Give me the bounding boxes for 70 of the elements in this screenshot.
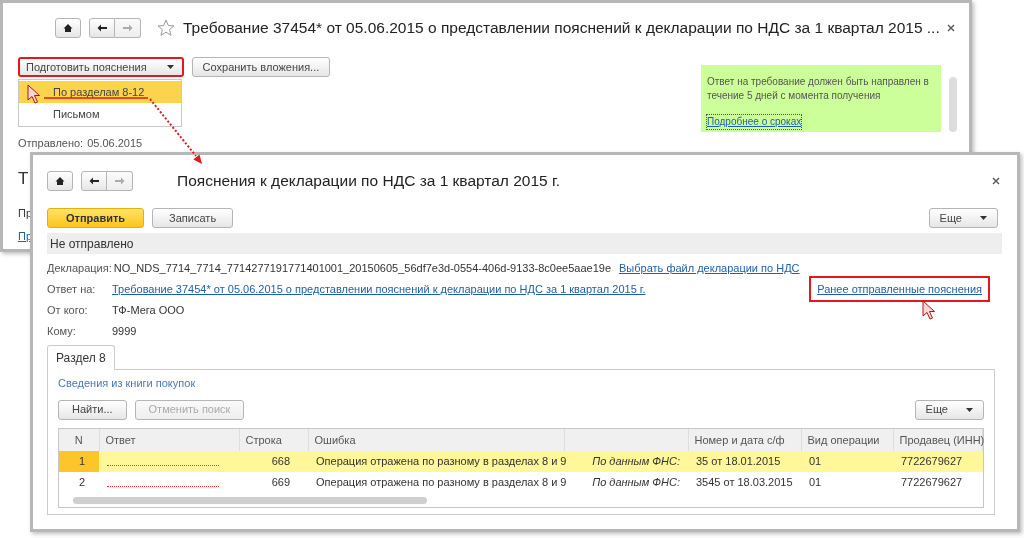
close-icon <box>947 24 955 33</box>
menu-item[interactable]: Письмом <box>19 103 181 126</box>
field-value: ТФ-Мега ООО <box>112 302 185 318</box>
left-arrow-icon <box>97 23 107 32</box>
table-cell: 668 <box>239 450 308 472</box>
field-label: Ответ на: <box>47 281 97 297</box>
home-button[interactable] <box>55 17 81 38</box>
left-arrow-icon <box>89 176 99 185</box>
menu-item[interactable]: По разделам 8-12 <box>19 81 181 104</box>
table-cell: Операция отражена по разному в разделах 8 и 9 <box>308 471 564 493</box>
sent-date: 05.06.2015 <box>87 136 143 152</box>
column-header[interactable]: Ответ <box>99 428 239 451</box>
details-link[interactable]: Подробнее о сроках <box>707 115 802 130</box>
select-file-link[interactable]: Выбрать файл декларации по НДС <box>619 259 800 276</box>
save-button[interactable]: Записать <box>152 208 234 229</box>
home-button[interactable] <box>47 170 73 191</box>
heading-text: Т <box>18 167 29 190</box>
more-button[interactable]: Еще <box>928 208 998 229</box>
home-icon <box>55 175 65 186</box>
dropdown-button[interactable]: Подготовить пояснения <box>18 57 184 78</box>
section-title: Сведения из книги покупок <box>58 376 197 392</box>
field-value: 9999 <box>112 323 137 339</box>
caret-icon <box>966 407 973 412</box>
column-header[interactable]: N <box>59 428 99 451</box>
column-header[interactable]: Вид операции <box>801 428 893 451</box>
field-value: NO_NDS_7714_7714_7714277191771401001_20150605_56df7e3d-0554-406d-9133-8c0ee5aae19e <box>113 260 612 276</box>
field-label: От кого: <box>47 302 89 318</box>
notice-text: Ответ на требование должен быть направлен в течение 5 дней с момента получения <box>707 75 930 104</box>
sent-label: Отправлено: <box>18 136 84 152</box>
back-button[interactable] <box>89 17 115 38</box>
caret-icon <box>166 65 174 70</box>
table-cell: 01 <box>801 450 893 472</box>
table-cell: 35 от 18.01.2015 <box>688 450 801 472</box>
right-arrow-icon <box>114 176 125 185</box>
table-row[interactable]: 2 669 Операция отражена по разному в разделах 8 и 9 По данным ФНС: 3545 от 18.03.2015 01 7722679627 <box>59 471 983 493</box>
table-cell: 3545 от 18.03.2015 <box>688 471 801 493</box>
column-header[interactable]: Строка <box>239 428 308 451</box>
find-button[interactable]: Найти... <box>58 399 127 420</box>
window-title: Требование 37454* от 05.06.2015 о представлении пояснений к декларации по НДС за 1 квартал 2015 ... <box>183 18 940 38</box>
table-cell: 7722679627 <box>893 450 983 472</box>
tab[interactable]: Раздел 8 <box>47 345 115 371</box>
star-icon[interactable] <box>157 18 175 37</box>
scrollbar[interactable] <box>73 496 427 504</box>
table-cell: 1 <box>59 450 99 472</box>
reply-link[interactable]: Требование 37454* от 05.06.2015 о представлении пояснений к декларации по НДС за 1 квартал 2015 г. <box>112 280 646 297</box>
back-button[interactable] <box>81 170 107 191</box>
home-icon <box>63 22 73 33</box>
table-cell: 2 <box>59 471 99 493</box>
right-arrow-icon <box>122 23 133 32</box>
field-label: Кому: <box>47 323 77 339</box>
table-row[interactable]: 1 668 Операция отражена по разному в разделах 8 и 9 По данным ФНС: 35 от 18.01.2015 01 7722679627 <box>59 450 983 472</box>
send-button[interactable]: Отправить <box>47 208 145 229</box>
command-button[interactable]: Сохранить вложения... <box>191 57 331 78</box>
column-header[interactable]: Ошибка <box>308 428 564 451</box>
more-button[interactable]: Еще <box>914 399 984 420</box>
field-label: Декларация: <box>47 260 112 276</box>
window-title: Пояснения к декларации по НДС за 1 квартал 2015 г. <box>177 171 561 191</box>
column-header[interactable]: Номер и дата с/ф <box>688 428 801 451</box>
table-cell: 669 <box>239 471 308 493</box>
status-text: Не отправлено <box>50 235 134 253</box>
table-cell: 7722679627 <box>893 471 983 493</box>
scrollbar[interactable] <box>949 77 957 133</box>
table-cell: 01 <box>801 471 893 493</box>
column-header[interactable]: Продавец (ИНН) <box>893 428 983 451</box>
previous-explanations-link[interactable]: Ранее отправленные пояснения <box>809 275 990 302</box>
table-cell: Операция отражена по разному в разделах 8 и 9 <box>308 450 564 472</box>
cursor-icon <box>922 300 936 320</box>
close-icon <box>992 177 1000 186</box>
caret-icon <box>980 216 987 221</box>
cursor-icon <box>27 84 41 104</box>
